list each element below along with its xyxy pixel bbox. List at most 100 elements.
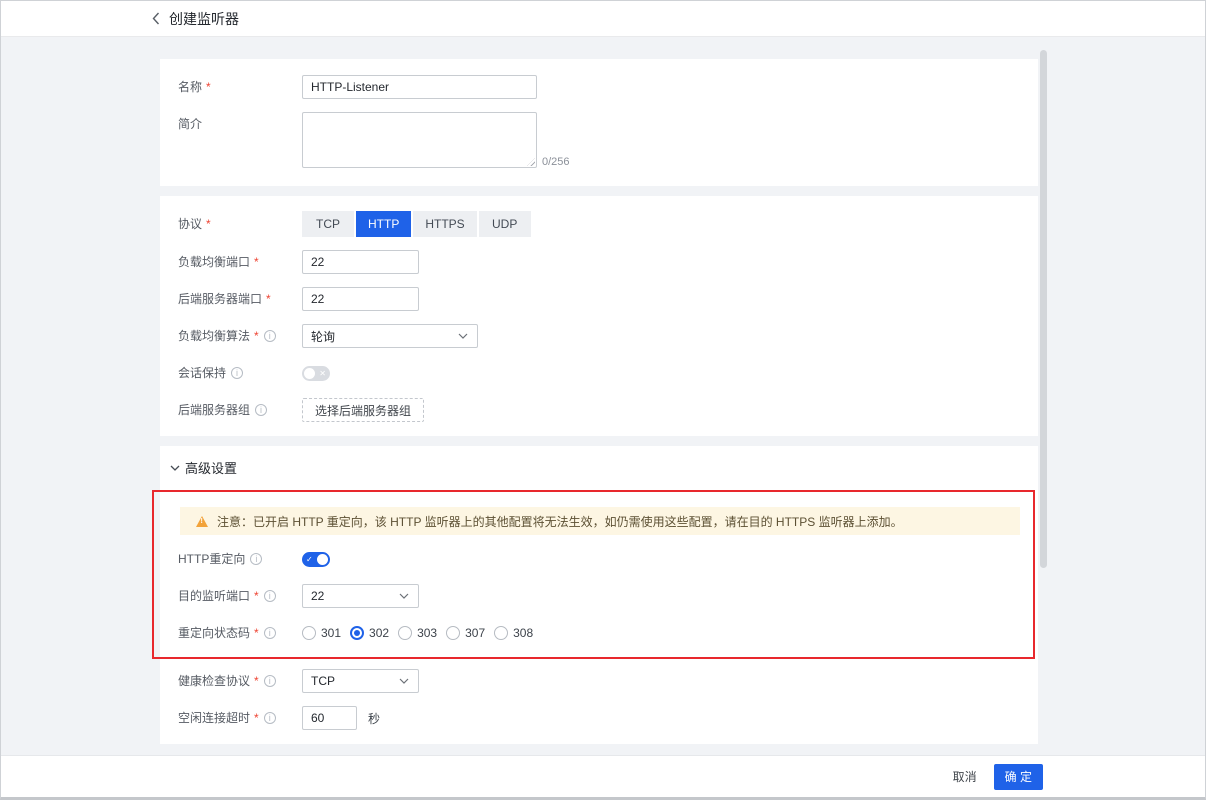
info-icon[interactable]: i (264, 590, 276, 602)
lb-algorithm-label-text: 负载均衡算法 (178, 324, 250, 348)
redirect-status-label-text: 重定向状态码 (178, 621, 250, 645)
description-textarea[interactable] (302, 112, 537, 168)
radio-circle (302, 626, 316, 640)
required-marker: * (254, 584, 259, 608)
session-persistence-toggle[interactable]: ✕ (302, 366, 330, 381)
health-protocol-row: 健康检查协议 * i TCP (178, 669, 1038, 693)
warning-banner: 注意：已开启 HTTP 重定向，该 HTTP 监听器上的其他配置将无法生效，如仍… (180, 507, 1020, 535)
radio-308[interactable]: 308 (494, 626, 533, 640)
redirect-port-label: 目的监听端口 * i (178, 584, 302, 608)
radio-302-label: 302 (369, 626, 389, 640)
protocol-label: 协议 * (178, 212, 302, 236)
idle-timeout-label: 空闲连接超时 * i (178, 706, 302, 730)
required-marker: * (254, 706, 259, 730)
info-icon[interactable]: i (264, 675, 276, 687)
check-icon: ✓ (306, 552, 313, 567)
radio-302[interactable]: 302 (350, 626, 389, 640)
lb-algorithm-label: 负载均衡算法 * i (178, 324, 302, 348)
radio-303-label: 303 (417, 626, 437, 640)
basic-info-card: 名称 * 简介 0/256 (160, 59, 1038, 186)
radio-301-label: 301 (321, 626, 341, 640)
required-marker: * (266, 287, 271, 311)
select-backend-group-button[interactable]: 选择后端服务器组 (302, 398, 424, 422)
lb-port-label-text: 负载均衡端口 (178, 250, 250, 274)
footer-bar: 取消 确 定 (1, 755, 1205, 797)
cancel-button[interactable]: 取消 (953, 768, 977, 785)
required-marker: * (206, 212, 211, 236)
redirect-port-label-text: 目的监听端口 (178, 584, 250, 608)
lb-algorithm-select[interactable]: 轮询 (302, 324, 478, 348)
radio-301[interactable]: 301 (302, 626, 341, 640)
char-counter: 0/256 (542, 156, 570, 168)
backend-group-label-text: 后端服务器组 (178, 398, 250, 422)
lb-port-input[interactable] (302, 250, 419, 274)
name-label-text: 名称 (178, 75, 202, 99)
redirect-status-label: 重定向状态码 * i (178, 621, 302, 645)
radio-circle (494, 626, 508, 640)
info-icon[interactable]: i (255, 404, 267, 416)
chevron-down-icon (399, 593, 409, 599)
info-icon[interactable]: i (250, 553, 262, 565)
chevron-down-icon (399, 678, 409, 684)
http-redirect-label: HTTP重定向 i (178, 547, 302, 571)
redirect-port-value: 22 (311, 589, 324, 603)
radio-307[interactable]: 307 (446, 626, 485, 640)
confirm-button[interactable]: 确 定 (994, 764, 1043, 790)
health-protocol-label-text: 健康检查协议 (178, 669, 250, 693)
chevron-down-icon (458, 333, 468, 339)
chevron-down-icon (170, 465, 180, 471)
info-icon[interactable]: i (231, 367, 243, 379)
listener-config-card: 协议 * TCP HTTP HTTPS UDP 负载均衡端口 * (160, 196, 1038, 436)
radio-circle-selected (350, 626, 364, 640)
protocol-tab-http[interactable]: HTTP (356, 211, 411, 237)
toggle-knob (317, 554, 328, 565)
protocol-tab-https[interactable]: HTTPS (413, 211, 476, 237)
info-icon[interactable]: i (264, 330, 276, 342)
warning-icon (196, 516, 208, 527)
toggle-knob (304, 368, 315, 379)
page-header: 创建监听器 (1, 1, 1205, 37)
backend-group-label: 后端服务器组 i (178, 398, 302, 422)
protocol-tab-tcp[interactable]: TCP (302, 211, 354, 237)
name-input[interactable] (302, 75, 537, 99)
lb-algorithm-row: 负载均衡算法 * i 轮询 (178, 324, 1038, 348)
required-marker: * (254, 669, 259, 693)
advanced-settings-card: 高级设置 注意：已开启 HTTP 重定向，该 HTTP 监听器上的其他配置将无法… (160, 446, 1038, 744)
idle-timeout-label-text: 空闲连接超时 (178, 706, 250, 730)
name-row: 名称 * (178, 75, 1038, 99)
protocol-tab-udp[interactable]: UDP (479, 211, 531, 237)
health-protocol-select[interactable]: TCP (302, 669, 419, 693)
info-icon[interactable]: i (264, 627, 276, 639)
backend-port-input[interactable] (302, 287, 419, 311)
http-redirect-label-text: HTTP重定向 (178, 547, 245, 571)
radio-303[interactable]: 303 (398, 626, 437, 640)
protocol-tabs: TCP HTTP HTTPS UDP (302, 211, 531, 237)
radio-circle (446, 626, 460, 640)
session-persistence-label: 会话保持 i (178, 361, 302, 385)
redirect-status-row: 重定向状态码 * i 301 302 (178, 621, 1033, 645)
back-button[interactable] (149, 12, 163, 26)
info-icon[interactable]: i (264, 712, 276, 724)
lb-port-label: 负载均衡端口 * (178, 250, 302, 274)
redirect-status-radio-group: 301 302 303 (302, 626, 533, 640)
vertical-scrollbar-thumb[interactable] (1040, 50, 1047, 568)
warning-text: 注意：已开启 HTTP 重定向，该 HTTP 监听器上的其他配置将无法生效，如仍… (217, 513, 903, 530)
protocol-row: 协议 * TCP HTTP HTTPS UDP (178, 211, 1038, 237)
session-persistence-row: 会话保持 i ✕ (178, 361, 1038, 385)
http-redirect-toggle[interactable]: ✓ (302, 552, 330, 567)
page-title: 创建监听器 (169, 9, 239, 29)
redirect-port-select[interactable]: 22 (302, 584, 419, 608)
idle-timeout-input[interactable] (302, 706, 357, 730)
backend-port-row: 后端服务器端口 * (178, 287, 1038, 311)
description-label-text: 简介 (178, 116, 202, 132)
health-protocol-value: TCP (311, 674, 335, 688)
description-row: 简介 0/256 (178, 112, 1038, 168)
advanced-settings-toggle[interactable]: 高级设置 (160, 454, 1038, 481)
lb-port-row: 负载均衡端口 * (178, 250, 1038, 274)
required-marker: * (206, 75, 211, 99)
required-marker: * (254, 250, 259, 274)
protocol-label-text: 协议 (178, 212, 202, 236)
cross-icon: ✕ (319, 366, 326, 381)
required-marker: * (254, 324, 259, 348)
backend-port-label-text: 后端服务器端口 (178, 287, 262, 311)
